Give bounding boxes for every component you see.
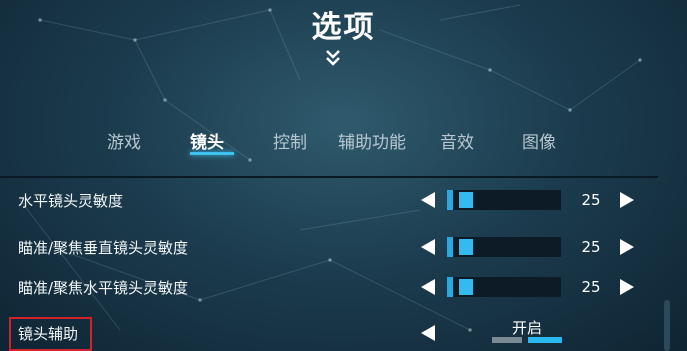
slider-fill bbox=[447, 190, 453, 210]
double-chevron-down-icon[interactable] bbox=[323, 48, 343, 68]
slider-value: 25 bbox=[581, 191, 601, 209]
setting-label: 瞄准/聚焦垂直镜头灵敏度 bbox=[18, 239, 189, 257]
slider-handle[interactable] bbox=[459, 239, 473, 255]
sensitivity-slider[interactable] bbox=[447, 237, 561, 257]
triangle-right-icon[interactable] bbox=[620, 192, 634, 208]
setting-row-camera-assist: 镜头辅助 开启 bbox=[0, 315, 660, 351]
tab-audio[interactable]: 音效 bbox=[440, 128, 474, 153]
tab-game[interactable]: 游戏 bbox=[107, 128, 141, 153]
tab-bar: 游戏 镜头 控制 辅助功能 音效 图像 bbox=[0, 124, 687, 160]
toggle-value[interactable]: 开启 bbox=[505, 317, 549, 338]
selection-highlight bbox=[9, 317, 92, 351]
sensitivity-slider[interactable] bbox=[447, 277, 561, 297]
slider-fill bbox=[447, 277, 453, 297]
tab-controls[interactable]: 控制 bbox=[273, 128, 307, 153]
triangle-left-icon[interactable] bbox=[421, 325, 435, 341]
triangle-left-icon[interactable] bbox=[421, 239, 435, 255]
slider-fill bbox=[447, 237, 453, 257]
setting-row-horizontal-sensitivity: 水平镜头灵敏度 25 bbox=[0, 182, 660, 218]
divider bbox=[0, 176, 658, 178]
toggle-on-segment bbox=[528, 337, 562, 343]
slider-handle[interactable] bbox=[459, 192, 473, 208]
active-tab-indicator bbox=[190, 152, 234, 155]
slider-value: 25 bbox=[581, 278, 601, 296]
page-title: 选项 bbox=[311, 10, 376, 45]
toggle-off-segment bbox=[492, 337, 522, 343]
sensitivity-slider[interactable] bbox=[447, 190, 561, 210]
tab-accessibility[interactable]: 辅助功能 bbox=[338, 128, 406, 153]
slider-value: 25 bbox=[581, 238, 601, 256]
slider-handle[interactable] bbox=[459, 279, 473, 295]
triangle-left-icon[interactable] bbox=[421, 279, 435, 295]
setting-row-aim-horizontal-sensitivity: 瞄准/聚焦水平镜头灵敏度 25 bbox=[0, 269, 660, 305]
setting-label: 水平镜头灵敏度 bbox=[18, 192, 124, 210]
setting-label: 瞄准/聚焦水平镜头灵敏度 bbox=[18, 279, 189, 297]
triangle-right-icon[interactable] bbox=[620, 279, 634, 295]
tab-camera[interactable]: 镜头 bbox=[190, 128, 224, 153]
setting-row-aim-vertical-sensitivity: 瞄准/聚焦垂直镜头灵敏度 25 bbox=[0, 229, 660, 265]
scrollbar[interactable] bbox=[664, 300, 670, 351]
triangle-right-icon[interactable] bbox=[620, 239, 634, 255]
triangle-left-icon[interactable] bbox=[421, 192, 435, 208]
tab-graphics[interactable]: 图像 bbox=[522, 128, 556, 153]
